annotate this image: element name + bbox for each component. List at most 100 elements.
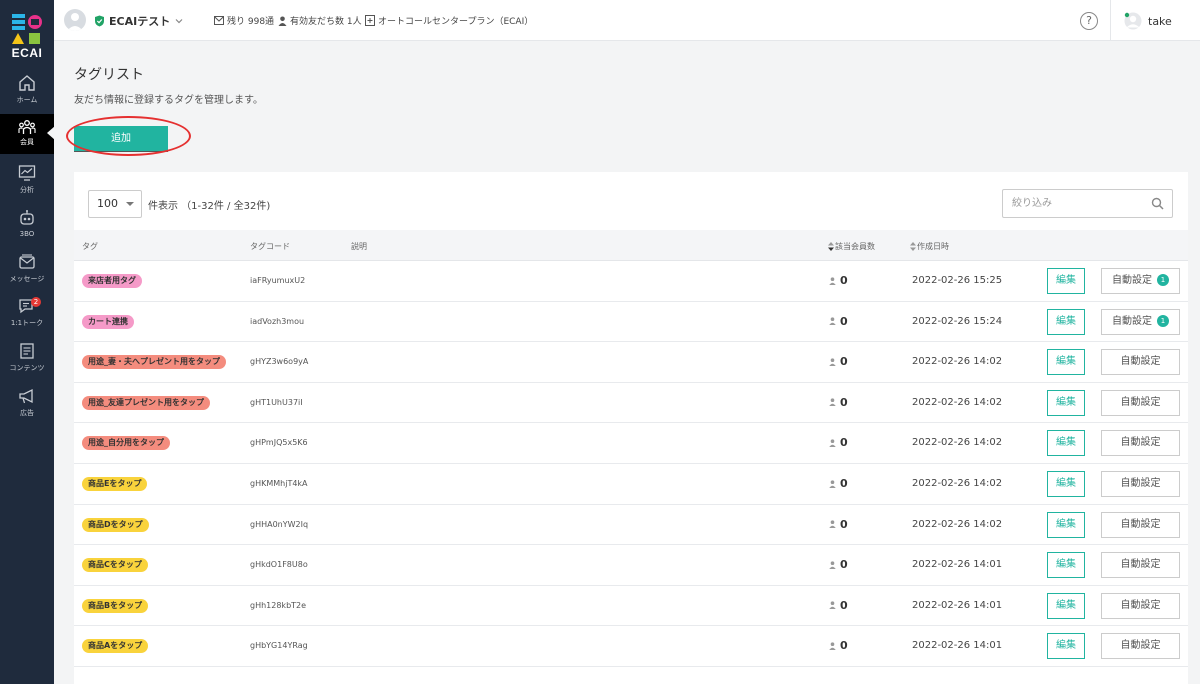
created-at: 2022-02-26 14:02 — [912, 518, 1003, 530]
sidebar-item-label: 広告 — [20, 409, 34, 417]
auto-setting-button[interactable]: 自動設定 1 — [1101, 268, 1180, 294]
account-switcher[interactable]: ECAIテスト — [94, 13, 184, 29]
edit-button[interactable]: 編集 — [1047, 552, 1085, 579]
logo-mark-icon — [12, 14, 42, 44]
edit-button[interactable]: 編集 — [1047, 430, 1085, 457]
created-at: 2022-02-26 14:01 — [912, 559, 1003, 571]
member-count-value: 0 — [840, 598, 848, 612]
auto-setting-button[interactable]: 自動設定 — [1101, 471, 1180, 497]
member-count-value: 0 — [840, 558, 848, 572]
column-header-members[interactable]: 該当会員数 — [828, 241, 875, 252]
account-avatar[interactable] — [64, 9, 86, 31]
person-icon — [829, 642, 836, 650]
tag-pill: 商品Dをタップ — [82, 517, 149, 532]
user-name: take — [1148, 14, 1172, 28]
active-friends: 有効友だち数 1人 — [278, 14, 362, 27]
member-count: 0 — [829, 558, 848, 571]
person-icon — [278, 16, 287, 26]
search-icon[interactable] — [1151, 197, 1164, 210]
auto-setting-button[interactable]: 自動設定 — [1101, 633, 1180, 660]
sidebar-item-label: 3BO — [19, 230, 35, 238]
logo-text: ECAI — [11, 46, 43, 60]
sidebar-item-3bo[interactable]: 3BO — [0, 209, 54, 249]
table-row: 商品Bをタップ gHh128kbT2e 0 2022-02-26 14:01 編集 自動設… — [74, 586, 1188, 627]
member-count: 0 — [829, 274, 848, 287]
sort-icon — [910, 242, 916, 251]
sidebar-item-label: 会員 — [20, 138, 34, 146]
plan-text: オートコールセンタープラン（ECAI） — [378, 17, 534, 27]
table-row: 来店者用タグ iaFRyumuxU2 0 2022-02-26 15:25 編集 自動設定… — [74, 261, 1188, 302]
user-silhouette-icon — [67, 13, 83, 31]
auto-setting-button[interactable]: 自動設定 — [1101, 389, 1180, 416]
auto-setting-button[interactable]: 自動設定 — [1101, 430, 1180, 457]
auto-setting-label: 自動設定 — [1120, 559, 1161, 571]
auto-setting-label: 自動設定 — [1120, 437, 1161, 449]
member-count-value: 0 — [840, 517, 848, 531]
members-header-label: 該当会員数 — [835, 242, 875, 251]
created-header-label: 作成日時 — [917, 242, 949, 251]
person-icon — [829, 358, 836, 366]
sidebar-item-message[interactable]: メッセージ — [0, 253, 54, 293]
top-header: ECAIテスト 残り 998通 有効友だち数 1人 オートコールセンタープラン（… — [54, 0, 1200, 41]
member-count: 0 — [829, 396, 848, 409]
remaining-text: 残り 998通 — [227, 17, 275, 27]
edit-button[interactable]: 編集 — [1047, 268, 1085, 294]
person-icon — [829, 479, 836, 488]
auto-setting-button[interactable]: 自動設定 — [1101, 349, 1180, 376]
user-menu[interactable]: take — [1124, 12, 1172, 30]
sidebar-item-analytics[interactable]: 分析 — [0, 164, 54, 204]
mail-icon — [214, 16, 224, 25]
record-count: 件表示 （1-32件 / 全32件) — [148, 201, 271, 212]
ecai-logo[interactable]: ECAI — [0, 0, 54, 64]
tag-code: gHHA0nYW2Iq — [250, 519, 309, 529]
edit-button[interactable]: 編集 — [1047, 511, 1085, 538]
edit-button[interactable]: 編集 — [1047, 308, 1085, 335]
sidebar-item-ads[interactable]: 広告 — [0, 387, 54, 427]
member-count-value: 0 — [840, 314, 848, 328]
chevron-down-icon — [175, 19, 183, 24]
tag-code: iadVozh3mou — [250, 316, 305, 326]
shield-check-icon — [95, 15, 104, 27]
table-row: 商品Aをタップ gHbYG14YRag 0 2022-02-26 14:01 編集 自動設… — [74, 626, 1188, 667]
per-page-value: 100 — [97, 197, 118, 210]
tag-code: gHKMMhjT4kA — [250, 479, 308, 488]
sidebar-item-content[interactable]: コンテンツ — [0, 342, 54, 382]
person-icon — [829, 601, 836, 610]
sidebar-item-chat[interactable]: 1:1トーク 2 — [0, 297, 54, 337]
edit-button[interactable]: 編集 — [1047, 633, 1085, 660]
sidebar-item-home[interactable]: ホーム — [0, 74, 54, 114]
content-icon — [20, 343, 34, 359]
per-page-select[interactable]: 100 — [88, 190, 142, 218]
auto-setting-button[interactable]: 自動設定 1 — [1101, 308, 1180, 335]
auto-setting-button[interactable]: 自動設定 — [1101, 511, 1180, 538]
filter-input[interactable]: 絞り込み — [1002, 189, 1173, 218]
page-title: タグリスト — [74, 67, 144, 83]
created-at: 2022-02-26 14:02 — [912, 356, 1003, 368]
auto-setting-button[interactable]: 自動設定 — [1101, 592, 1180, 619]
help-button[interactable]: ? — [1080, 12, 1098, 30]
sidebar-item-members[interactable]: 会員 — [0, 114, 55, 154]
edit-button[interactable]: 編集 — [1047, 349, 1085, 376]
tag-pill: 用途_自分用をタップ — [82, 436, 170, 451]
column-header-tag: タグ — [82, 242, 98, 251]
member-count: 0 — [829, 436, 848, 449]
edit-button[interactable]: 編集 — [1047, 592, 1085, 619]
edit-button[interactable]: 編集 — [1047, 471, 1085, 497]
auto-setting-label: 自動設定 — [1120, 356, 1161, 368]
member-count: 0 — [829, 599, 848, 612]
edit-button[interactable]: 編集 — [1047, 389, 1085, 416]
auto-setting-label: 自動設定 — [1120, 518, 1161, 530]
megaphone-icon — [19, 388, 33, 404]
sidebar-item-label: メッセージ — [9, 275, 45, 283]
member-count-value: 0 — [840, 355, 848, 369]
auto-setting-button[interactable]: 自動設定 — [1101, 552, 1180, 579]
robot-icon — [20, 210, 34, 225]
column-header-created[interactable]: 作成日時 — [910, 241, 949, 252]
created-at: 2022-02-26 14:01 — [912, 599, 1003, 611]
sidebar: ECAI ホーム 会員 分析 3BO メッセージ 1:1トーク 2 コンテンツ … — [0, 0, 55, 684]
created-at: 2022-02-26 15:25 — [912, 275, 1003, 286]
member-count-value: 0 — [840, 395, 848, 409]
person-icon — [829, 520, 836, 529]
user-avatar-icon — [1124, 12, 1142, 30]
tag-pill: カート連携 — [82, 314, 134, 329]
